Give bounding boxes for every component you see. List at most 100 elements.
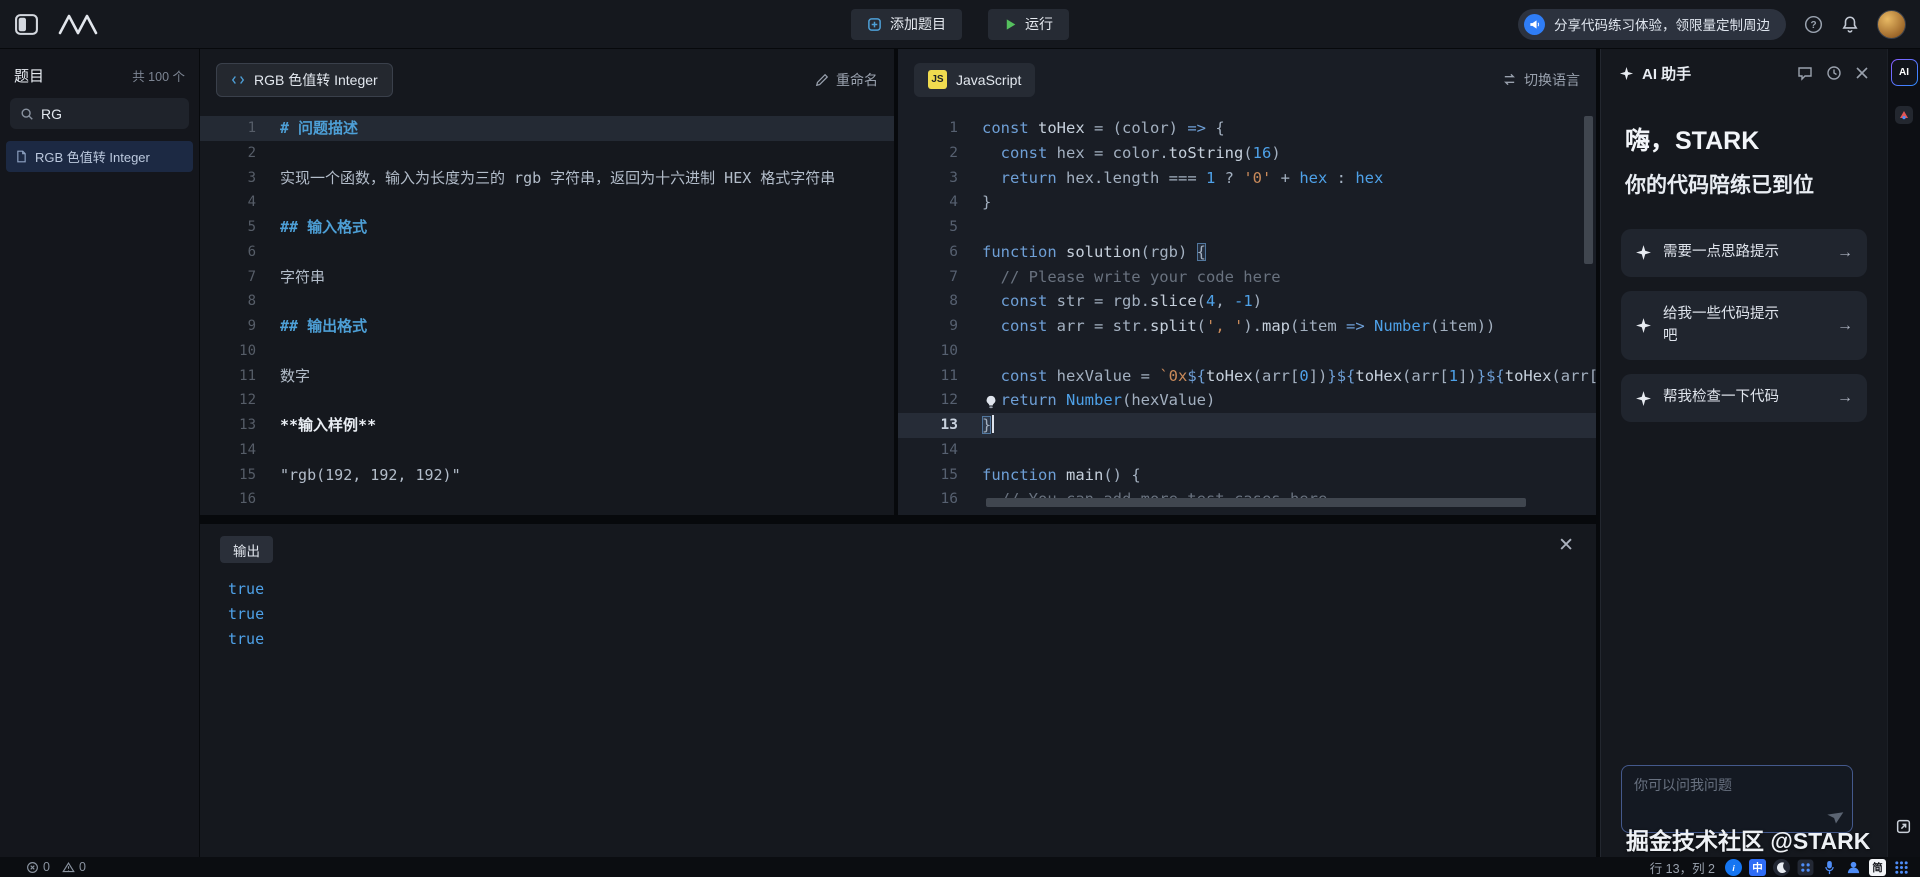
code-line[interactable]: 14 bbox=[898, 438, 1596, 463]
keyboard-dots-icon[interactable] bbox=[1797, 859, 1814, 876]
ai-assistant-badge[interactable]: AI bbox=[1891, 59, 1918, 86]
problem-line-text: "rgb(192, 192, 192)" bbox=[280, 463, 461, 488]
problem-line[interactable]: 16 bbox=[200, 487, 894, 512]
chinese-mode-icon[interactable]: 中 bbox=[1749, 859, 1766, 876]
rename-button[interactable]: 重命名 bbox=[815, 70, 878, 90]
language-tab[interactable]: JS JavaScript bbox=[914, 63, 1035, 97]
code-line-text: } bbox=[972, 413, 994, 438]
problem-indicator[interactable]: 0 bbox=[62, 860, 86, 874]
output-tab[interactable]: 输出 bbox=[220, 536, 273, 563]
notifications-bell-icon[interactable] bbox=[1841, 15, 1859, 33]
problem-line-text: 实现一个函数，输入为长度为三的 rgb 字符串，返回为十六进制 HEX 格式字符… bbox=[280, 166, 835, 191]
ai-input-box[interactable] bbox=[1621, 765, 1853, 833]
sidebar-item-problem[interactable]: RGB 色值转 Integer bbox=[6, 141, 193, 172]
code-line[interactable]: 10 bbox=[898, 339, 1596, 364]
ai-question-input[interactable] bbox=[1634, 775, 1840, 823]
history-icon[interactable] bbox=[1826, 65, 1842, 81]
line-number: 7 bbox=[200, 265, 280, 290]
code-line[interactable]: 6function solution(rgb) { bbox=[898, 240, 1596, 265]
ai-suggestion-card[interactable]: 帮我检查一下代码→ bbox=[1621, 374, 1867, 422]
problem-line[interactable]: 9## 输出格式 bbox=[200, 314, 894, 339]
close-icon[interactable]: ✕ bbox=[1558, 536, 1574, 555]
code-line[interactable]: 13} bbox=[898, 413, 1596, 438]
add-problem-button[interactable]: 添加题目 bbox=[851, 9, 962, 40]
problem-line[interactable]: 8 bbox=[200, 289, 894, 314]
swap-arrows-icon bbox=[1502, 72, 1517, 87]
code-line[interactable]: 15function main() { bbox=[898, 463, 1596, 488]
problem-line-text: # 问题描述 bbox=[280, 116, 358, 141]
problem-line[interactable]: 6 bbox=[200, 240, 894, 265]
expand-window-icon[interactable] bbox=[1895, 818, 1912, 835]
vertical-scrollbar[interactable] bbox=[1584, 116, 1593, 264]
plugin-icon[interactable] bbox=[1894, 104, 1915, 125]
problem-indicator[interactable]: 0 bbox=[26, 860, 50, 874]
line-number: 14 bbox=[898, 438, 972, 463]
line-number: 11 bbox=[200, 364, 280, 389]
code-line[interactable]: 1const toHex = (color) => { bbox=[898, 116, 1596, 141]
close-icon[interactable] bbox=[1855, 66, 1869, 80]
code-line-text bbox=[972, 215, 982, 240]
iflytek-input-icon[interactable]: i bbox=[1725, 859, 1742, 876]
quickfix-bulb-icon[interactable] bbox=[984, 392, 999, 407]
code-line[interactable]: 8 const str = rgb.slice(4, -1) bbox=[898, 289, 1596, 314]
ai-suggestion-card[interactable]: 需要一点思路提示→ bbox=[1621, 229, 1867, 277]
sidebar-toggle-icon[interactable] bbox=[14, 12, 39, 37]
problem-line[interactable]: 13**输入样例** bbox=[200, 413, 894, 438]
horizontal-scrollbar[interactable] bbox=[986, 498, 1526, 507]
problem-content[interactable]: 1# 问题描述23实现一个函数，输入为长度为三的 rgb 字符串，返回为十六进制… bbox=[200, 110, 894, 515]
problem-line[interactable]: 5## 输入格式 bbox=[200, 215, 894, 240]
problem-line[interactable]: 1# 问题描述 bbox=[200, 116, 894, 141]
contacts-icon[interactable] bbox=[1845, 859, 1862, 876]
problems-count: 共 100 个 bbox=[132, 66, 185, 85]
sparkle-icon bbox=[1619, 66, 1634, 81]
code-line[interactable]: 2 const hex = color.toString(16) bbox=[898, 141, 1596, 166]
arrow-right-icon: → bbox=[1837, 244, 1853, 262]
apps-grid-icon[interactable] bbox=[1893, 859, 1910, 876]
code-editor[interactable]: 1const toHex = (color) => {2 const hex =… bbox=[898, 110, 1596, 515]
topbar: 添加题目 运行 分享代码练习体验，领限量定制周边 ? bbox=[0, 0, 1920, 49]
code-line[interactable]: 7 // Please write your code here bbox=[898, 265, 1596, 290]
problem-title-chip[interactable]: RGB 色值转 Integer bbox=[216, 63, 393, 97]
problem-line[interactable]: 2 bbox=[200, 141, 894, 166]
app-logo-icon[interactable] bbox=[57, 13, 99, 35]
problem-line[interactable]: 7字符串 bbox=[200, 265, 894, 290]
code-line[interactable]: 9 const arr = str.split(', ').map(item =… bbox=[898, 314, 1596, 339]
promo-banner[interactable]: 分享代码练习体验，领限量定制周边 bbox=[1518, 9, 1786, 40]
run-button[interactable]: 运行 bbox=[988, 9, 1069, 40]
switch-language-button[interactable]: 切换语言 bbox=[1502, 70, 1580, 90]
code-line[interactable]: 12 return Number(hexValue) bbox=[898, 388, 1596, 413]
search-box[interactable] bbox=[10, 98, 189, 129]
problem-line[interactable]: 3实现一个函数，输入为长度为三的 rgb 字符串，返回为十六进制 HEX 格式字… bbox=[200, 166, 894, 191]
problem-line[interactable]: 4 bbox=[200, 190, 894, 215]
promo-label: 分享代码练习体验，领限量定制周边 bbox=[1554, 14, 1770, 34]
line-number: 12 bbox=[898, 388, 972, 413]
problem-line-text: 字符串 bbox=[280, 265, 325, 290]
code-line[interactable]: 3 return hex.length === 1 ? '0' + hex : … bbox=[898, 166, 1596, 191]
problem-line[interactable]: 14 bbox=[200, 438, 894, 463]
code-line[interactable]: 4} bbox=[898, 190, 1596, 215]
sparkle-icon bbox=[1635, 244, 1652, 261]
problem-line[interactable]: 12 bbox=[200, 388, 894, 413]
simplified-chinese-icon[interactable]: 简 bbox=[1869, 859, 1886, 876]
code-line[interactable]: 11 const hexValue = `0x${toHex(arr[0])}$… bbox=[898, 364, 1596, 389]
line-number: 15 bbox=[898, 463, 972, 488]
problem-line[interactable]: 10 bbox=[200, 339, 894, 364]
code-line[interactable]: 5 bbox=[898, 215, 1596, 240]
search-input[interactable] bbox=[41, 106, 171, 122]
code-brackets-icon bbox=[231, 73, 245, 87]
pencil-icon bbox=[815, 73, 829, 87]
problem-line[interactable]: 15"rgb(192, 192, 192)" bbox=[200, 463, 894, 488]
microphone-icon[interactable] bbox=[1821, 859, 1838, 876]
new-chat-icon[interactable] bbox=[1797, 65, 1813, 81]
output-lines: truetruetrue bbox=[200, 577, 1596, 652]
cursor-position[interactable]: 行 13，列 2 bbox=[1650, 858, 1715, 877]
ai-suggestion-card[interactable]: 给我一些代码提示吧→ bbox=[1621, 291, 1867, 361]
help-icon[interactable]: ? bbox=[1804, 15, 1823, 34]
send-icon[interactable] bbox=[1826, 808, 1843, 825]
ai-header-actions bbox=[1797, 65, 1869, 81]
user-avatar[interactable] bbox=[1877, 10, 1906, 39]
problem-line[interactable]: 11数字 bbox=[200, 364, 894, 389]
dark-moon-icon[interactable] bbox=[1773, 859, 1790, 876]
line-number: 3 bbox=[898, 166, 972, 191]
problem-line-text: 数字 bbox=[280, 364, 310, 389]
